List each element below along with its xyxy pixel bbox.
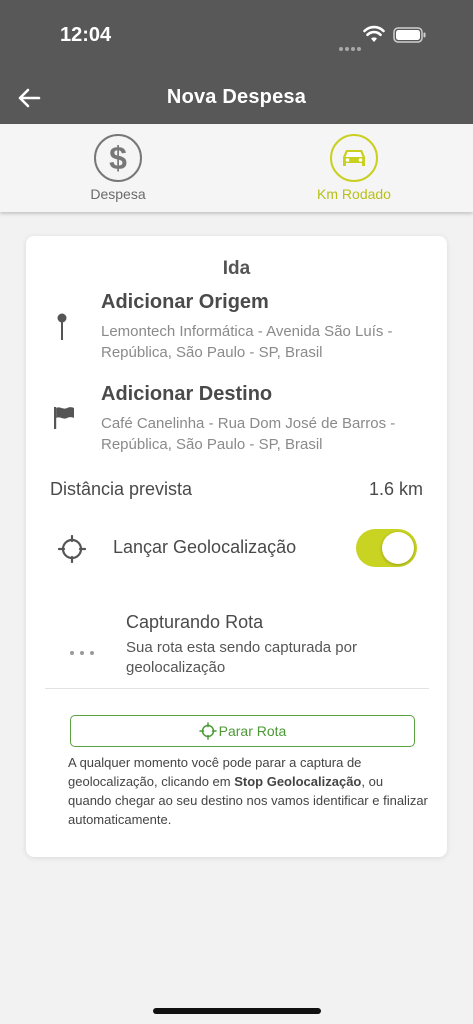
distance-label: Distância prevista [50, 479, 193, 499]
dollar-icon: $ [94, 134, 142, 182]
geolocation-toggle[interactable] [356, 529, 417, 567]
trip-title: Ida [222, 258, 251, 279]
crosshair-icon [57, 534, 87, 568]
home-indicator [153, 1008, 321, 1014]
add-destination-row[interactable]: Adicionar Destino Café Canelinha - Rua D… [26, 383, 447, 453]
crosshair-icon [198, 722, 217, 740]
info-text-bold: Stop Geolocalização [234, 774, 362, 789]
svg-text:$: $ [109, 141, 127, 175]
flag-icon [52, 405, 78, 436]
loading-dots-icon [70, 642, 100, 660]
add-origin-row[interactable]: Adicionar Origem Lemontech Informática -… [26, 291, 447, 361]
capture-description: Sua rota esta sendo capturada por geoloc… [126, 639, 357, 676]
signal-icon [339, 38, 363, 56]
destination-address: Café Canelinha - Rua Dom José de Barros … [101, 415, 396, 453]
trip-card: Ida Adicionar Origem Lemontech Informáti… [26, 236, 447, 857]
tab-despesa[interactable]: $ Despesa [38, 124, 198, 212]
status-time: 12:04 [60, 24, 112, 46]
tab-bar: $ Despesa Km Rodado [0, 124, 473, 212]
app-header: 12:04 Nova Despesa [0, 0, 473, 124]
tab-km-rodado-label: Km Rodado [317, 186, 391, 202]
origin-address: Lemontech Informática - Avenida São Luís… [101, 323, 393, 361]
stop-route-button[interactable]: Parar Rota [70, 715, 415, 747]
battery-icon [393, 27, 427, 48]
info-text: A qualquer momento você pode parar a cap… [68, 753, 428, 829]
toggle-knob [382, 532, 414, 564]
capture-title: Capturando Rota [126, 612, 264, 632]
stop-route-label: Parar Rota [218, 723, 287, 739]
pin-icon [52, 313, 72, 346]
divider [45, 688, 429, 689]
car-icon [330, 134, 378, 182]
tab-despesa-label: Despesa [90, 186, 146, 202]
add-origin-label: Adicionar Origem [101, 291, 269, 313]
wifi-icon [363, 25, 385, 48]
geolocation-label: Lançar Geolocalização [113, 537, 297, 557]
page-title: Nova Despesa [166, 86, 307, 108]
distance-value: 1.6 km [368, 479, 423, 499]
tab-km-rodado[interactable]: Km Rodado [274, 124, 434, 212]
add-destination-label: Adicionar Destino [101, 383, 273, 405]
